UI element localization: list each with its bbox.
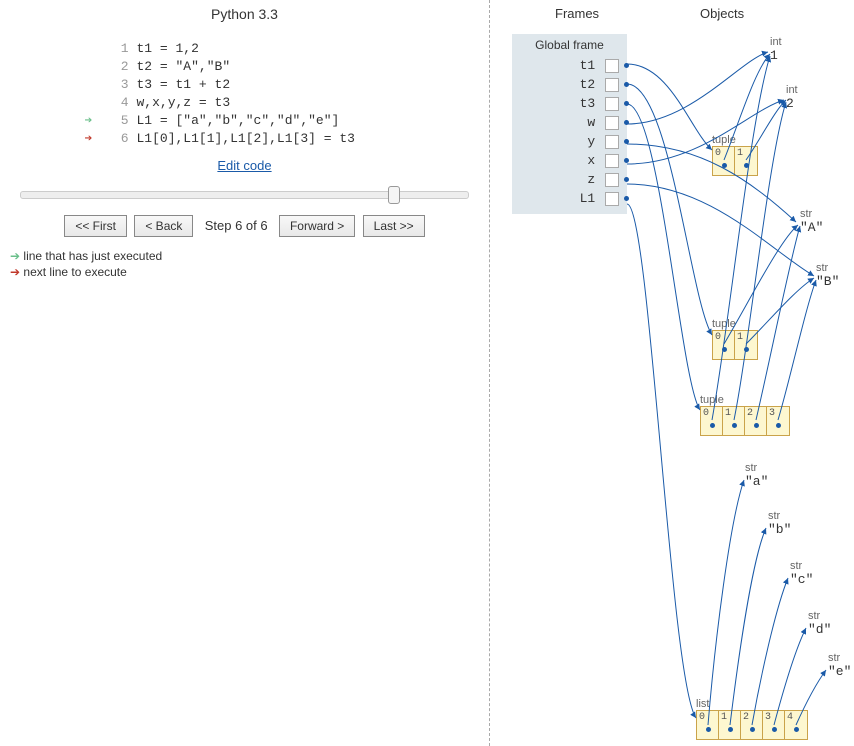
- obj-int-1: int 1: [770, 36, 782, 63]
- first-button[interactable]: << First: [64, 215, 127, 237]
- code-line-4: 4w,x,y,z = t3: [85, 94, 405, 112]
- obj-int-2: int 2: [786, 84, 798, 111]
- global-frame: Global frame t1 t2 t3 w y x z L1: [512, 34, 627, 214]
- code-block: 1t1 = 1,2 2t2 = "A","B" 3t3 = t1 + t2 4w…: [85, 40, 405, 148]
- frame-title: Global frame: [512, 38, 627, 52]
- step-slider[interactable]: [20, 187, 469, 205]
- code-line-3: 3t3 = t1 + t2: [85, 76, 405, 94]
- objects-header: Objects: [700, 6, 744, 21]
- frames-header: Frames: [555, 6, 599, 21]
- var-L1: L1: [512, 189, 627, 208]
- obj-str-c: str "c": [790, 560, 813, 587]
- obj-tuple-1: tuple 0 1: [712, 134, 758, 176]
- code-line-1: 1t1 = 1,2: [85, 40, 405, 58]
- step-label: Step 6 of 6: [205, 218, 268, 233]
- legend-executed: ➔ line that has just executed: [10, 249, 489, 263]
- var-t1: t1: [512, 56, 627, 75]
- obj-str-A: str "A": [800, 208, 823, 235]
- obj-str-d: str "d": [808, 610, 831, 637]
- page-title: Python 3.3: [0, 6, 489, 22]
- var-w: w: [512, 113, 627, 132]
- legend-next: ➔ next line to execute: [10, 265, 489, 279]
- executed-arrow-icon: ➔: [85, 112, 103, 130]
- var-t2: t2: [512, 75, 627, 94]
- code-line-5: ➔5L1 = ["a","b","c","d","e"]: [85, 112, 405, 130]
- var-t3: t3: [512, 94, 627, 113]
- code-line-2: 2t2 = "A","B": [85, 58, 405, 76]
- obj-tuple-2: tuple 0 1: [712, 318, 758, 360]
- forward-button[interactable]: Forward >: [279, 215, 355, 237]
- var-x: x: [512, 151, 627, 170]
- next-arrow-icon: ➔: [85, 130, 103, 148]
- obj-str-e: str "e": [828, 652, 851, 679]
- var-y: y: [512, 132, 627, 151]
- last-button[interactable]: Last >>: [363, 215, 425, 237]
- obj-str-b: str "b": [768, 510, 791, 537]
- var-z: z: [512, 170, 627, 189]
- edit-code-link[interactable]: Edit code: [0, 158, 489, 173]
- obj-list-1: list 0 1 2 3 4: [696, 698, 808, 740]
- code-line-6: ➔6L1[0],L1[1],L1[2],L1[3] = t3: [85, 130, 405, 148]
- obj-tuple-3: tuple 0 1 2 3: [700, 394, 790, 436]
- obj-str-B: str "B": [816, 262, 839, 289]
- obj-str-a: str "a": [745, 462, 768, 489]
- back-button[interactable]: < Back: [134, 215, 193, 237]
